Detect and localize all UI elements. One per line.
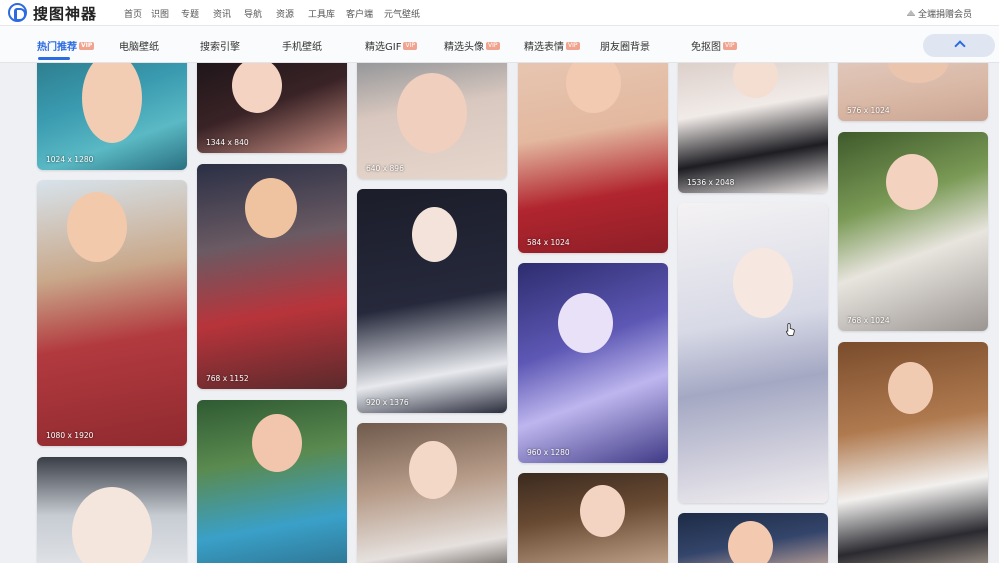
tab-emoji[interactable]: 精选表情 VIP: [524, 38, 580, 53]
image-card[interactable]: [678, 513, 828, 563]
card-image: [733, 63, 778, 98]
card-image: [72, 487, 152, 563]
image-dimensions: 1536 x 2048: [687, 178, 735, 187]
tab-search-engine[interactable]: 搜索引擎: [200, 38, 240, 53]
card-image: [888, 362, 933, 414]
image-card[interactable]: 1536 x 2048: [678, 63, 828, 193]
card-image: [412, 207, 457, 262]
tab-search-engine-label: 搜索引擎: [200, 42, 240, 53]
image-card[interactable]: [37, 457, 187, 563]
nav-resources[interactable]: 资源: [276, 7, 308, 20]
hand-pointer-icon: [786, 323, 795, 336]
card-image: [558, 293, 613, 353]
image-card[interactable]: [518, 473, 668, 563]
vip-member-label: 全端捐赠会员: [917, 10, 972, 20]
tab-avatar[interactable]: 精选头像 VIP: [444, 38, 500, 53]
card-image: [397, 73, 467, 153]
image-card[interactable]: [678, 203, 828, 503]
image-card[interactable]: 768 x 1152: [197, 164, 347, 389]
card-image: [252, 414, 302, 472]
tab-moments-background[interactable]: 朋友圈背景: [600, 38, 650, 53]
image-card[interactable]: [197, 400, 347, 563]
tab-hot-label: 热门推荐: [37, 42, 77, 53]
tab-cutout[interactable]: 免抠图 VIP: [691, 38, 737, 53]
tab-desktop-wallpaper[interactable]: 电脑壁纸: [119, 38, 159, 53]
image-card[interactable]: 1080 x 1920: [37, 180, 187, 446]
nav-tools[interactable]: 工具库: [308, 7, 346, 20]
tab-mobile-wallpaper-label: 手机壁纸: [282, 42, 322, 53]
image-dimensions: 960 x 1280: [527, 448, 570, 457]
tab-hot[interactable]: 热门推荐 VIP: [37, 38, 95, 53]
vip-badge: VIP: [566, 42, 580, 50]
nav-wallpaper[interactable]: 元气壁纸: [384, 7, 432, 20]
nav-news[interactable]: 资讯: [213, 7, 244, 20]
image-dimensions: 1344 x 840: [206, 138, 249, 147]
card-image: [245, 178, 297, 238]
nav-topics[interactable]: 专题: [181, 7, 213, 20]
tab-gif-label: 精选GIF: [365, 42, 402, 53]
collapse-button[interactable]: [923, 34, 995, 57]
tab-cutout-label: 免抠图: [691, 42, 721, 53]
logo-text[interactable]: 搜图神器: [33, 3, 97, 24]
image-card[interactable]: 768 x 1024: [838, 132, 988, 331]
category-bar: 热门推荐 VIP 电脑壁纸 搜索引擎 手机壁纸 精选GIF VIP 精选头像 VIP …: [0, 26, 999, 63]
image-dimensions: 1024 x 1280: [46, 155, 94, 164]
main-nav: 首页 识图 专题 资讯 导航 资源 工具库 客户端 元气壁纸: [124, 7, 432, 20]
card-image: [886, 154, 938, 210]
card-image: [232, 63, 282, 113]
card-image: [580, 485, 625, 537]
image-dimensions: 576 x 1024: [847, 106, 890, 115]
tab-mobile-wallpaper[interactable]: 手机壁纸: [282, 38, 322, 53]
vip-badge: VIP: [79, 42, 95, 50]
image-card[interactable]: 576 x 1024: [838, 63, 988, 121]
vip-badge: VIP: [403, 42, 417, 50]
vip-member-link[interactable]: 全端捐赠会员: [906, 7, 972, 20]
image-card[interactable]: 920 x 1376: [357, 189, 507, 413]
vip-badge: VIP: [723, 42, 737, 50]
tab-moments-background-label: 朋友圈背景: [600, 42, 650, 53]
tab-avatar-label: 精选头像: [444, 42, 484, 53]
image-gallery: 1024 x 1280 1080 x 1920 1344 x 840 768 x…: [0, 63, 999, 563]
vip-badge: VIP: [486, 42, 500, 50]
logo-icon[interactable]: [8, 3, 27, 22]
image-dimensions: 768 x 1152: [206, 374, 249, 383]
image-card[interactable]: 960 x 1280: [518, 263, 668, 463]
image-dimensions: 920 x 1376: [366, 398, 409, 407]
top-header: 搜图神器 首页 识图 专题 资讯 导航 资源 工具库 客户端 元气壁纸 全端捐赠…: [0, 0, 999, 26]
image-card[interactable]: 1344 x 840: [197, 63, 347, 153]
card-image: [82, 63, 142, 143]
image-dimensions: 584 x 1024: [527, 238, 570, 247]
card-image: [728, 521, 773, 563]
image-dimensions: 640 x 896: [366, 164, 404, 173]
nav-home[interactable]: 首页: [124, 7, 151, 20]
image-card[interactable]: [357, 423, 507, 563]
card-image: [409, 441, 457, 499]
image-dimensions: 1080 x 1920: [46, 431, 94, 440]
card-image: [888, 63, 948, 83]
active-tab-indicator: [38, 57, 70, 60]
image-card[interactable]: [838, 342, 988, 563]
card-image: [566, 63, 621, 113]
nav-image-search[interactable]: 识图: [151, 7, 181, 20]
tab-gif[interactable]: 精选GIF VIP: [365, 38, 417, 53]
image-card[interactable]: 584 x 1024: [518, 63, 668, 253]
image-card[interactable]: 1024 x 1280: [37, 63, 187, 170]
card-image: [733, 248, 793, 318]
image-card[interactable]: 640 x 896: [357, 63, 507, 179]
tab-emoji-label: 精选表情: [524, 42, 564, 53]
nav-client[interactable]: 客户端: [346, 7, 384, 20]
nav-navigation[interactable]: 导航: [244, 7, 276, 20]
card-image: [67, 192, 127, 262]
image-dimensions: 768 x 1024: [847, 316, 890, 325]
crown-icon: [906, 10, 915, 16]
tab-desktop-wallpaper-label: 电脑壁纸: [119, 42, 159, 53]
